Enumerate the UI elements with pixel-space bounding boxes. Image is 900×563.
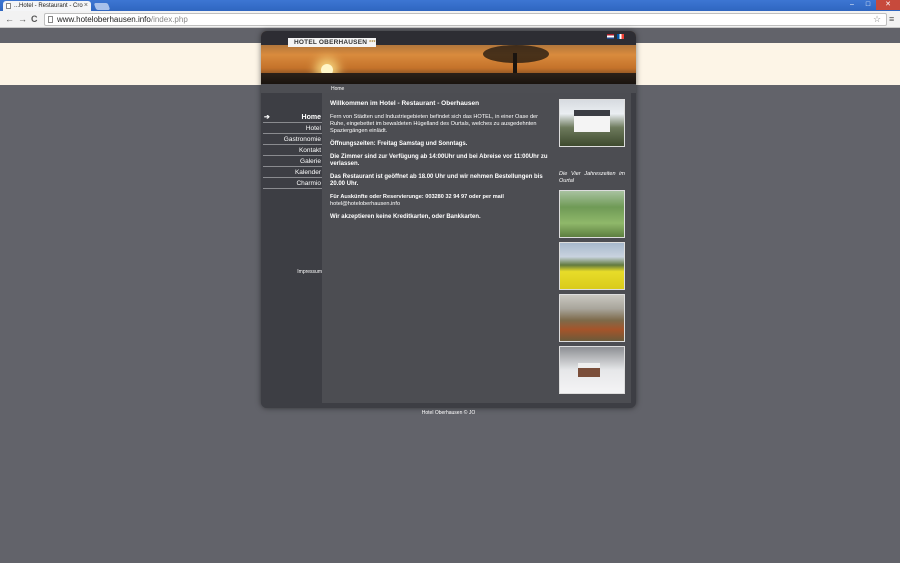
winter-photo[interactable] <box>559 346 625 394</box>
nav-item-hotel[interactable]: Hotel <box>263 124 322 134</box>
url-input[interactable]: www.hoteloberhausen.info/index.php <box>44 13 887 26</box>
nav-item-charmio[interactable]: Charmio <box>263 179 322 189</box>
breadcrumb[interactable]: Home <box>331 86 344 92</box>
close-window-button[interactable]: ✕ <box>876 0 900 10</box>
url-path: /index.php <box>150 15 188 24</box>
autumn-photo[interactable] <box>559 294 625 342</box>
browser-tab[interactable]: ...Hotel - Restaurant - Cro × <box>3 1 91 11</box>
back-icon[interactable]: ← <box>5 14 14 24</box>
site-container: HOTEL OBERHAUSEN *** Home ➔ Home Hotel G… <box>261 31 636 408</box>
page-title: Willkommen im Hotel - Restaurant - Oberh… <box>330 100 480 107</box>
sidebar-nav: ➔ Home Hotel Gastronomie Kontakt Galerie… <box>261 93 322 408</box>
nav-label: Kalender <box>294 169 321 176</box>
menu-icon[interactable]: ≡ <box>889 14 894 24</box>
nav-item-galerie[interactable]: Galerie <box>263 157 322 167</box>
nav-label: Hotel <box>305 125 321 132</box>
reload-icon[interactable]: C <box>31 14 38 24</box>
hotel-building <box>574 110 610 132</box>
arrow-right-icon: ➔ <box>264 114 270 121</box>
hills-silhouette <box>261 73 636 84</box>
breadcrumb-bar: Home <box>261 84 636 93</box>
nav-label: Galerie <box>300 158 321 165</box>
nav-item-home[interactable]: ➔ Home <box>263 113 322 123</box>
contact-line: Für Auskünfte oder Reservierunge: 003280… <box>330 194 504 200</box>
address-bar: ← → C www.hoteloberhausen.info/index.php… <box>0 11 900 28</box>
cards-notice: Wir akzeptieren keine Kreditkarten, oder… <box>330 214 481 220</box>
logo-stars: *** <box>369 40 376 46</box>
url-host: www.hoteloberhausen.info <box>57 15 151 24</box>
winter-building <box>578 363 600 377</box>
site-logo[interactable]: HOTEL OBERHAUSEN *** <box>288 38 376 47</box>
nav-label: Kontakt <box>298 147 321 154</box>
spring-photo[interactable] <box>559 190 625 238</box>
restaurant-info: Das Restaurant ist geöffnet ab 18.00 Uhr… <box>330 174 543 187</box>
nav-item-kalender[interactable]: Kalender <box>263 168 322 178</box>
page-icon <box>48 16 53 23</box>
photo-caption: Die Vier Jahreszeiten im Ourtal <box>559 171 625 184</box>
intro-text: Fern von Städten und Industriegebieten b… <box>330 114 539 134</box>
content-text: Willkommen im Hotel - Restaurant - Oberh… <box>330 100 551 227</box>
new-tab-button[interactable] <box>93 3 111 10</box>
logo-text: HOTEL OBERHAUSEN <box>294 39 368 46</box>
summer-photo[interactable] <box>559 242 625 290</box>
forward-icon[interactable]: → <box>18 14 27 24</box>
rooms-info: Die Zimmer sind zur Verfügung ab 14:00Uh… <box>330 154 548 167</box>
nav-item-gastronomie[interactable]: Gastronomie <box>263 135 322 145</box>
footer: Hotel Oberhausen © JO <box>421 410 476 416</box>
header-banner: HOTEL OBERHAUSEN *** <box>261 31 636 84</box>
close-tab-icon[interactable]: × <box>84 2 88 9</box>
flag-fr-icon[interactable] <box>617 34 624 39</box>
hotel-photo[interactable] <box>559 99 625 147</box>
nav-label: Home <box>301 114 321 121</box>
flag-nl-icon[interactable] <box>607 34 614 39</box>
main-content: Willkommen im Hotel - Restaurant - Oberh… <box>322 93 631 403</box>
bookmark-star-icon[interactable]: ☆ <box>873 14 881 25</box>
impressum-link[interactable]: Impressum <box>263 269 322 275</box>
browser-tab-bar: ...Hotel - Restaurant - Cro × – □ ✕ <box>0 0 900 11</box>
maximize-button[interactable]: □ <box>860 0 876 10</box>
opening-hours: Öffnungszeiten: Freitag Samstag und Sonn… <box>330 141 468 147</box>
email-link[interactable]: hotel@hoteloberhausen.info <box>330 201 400 207</box>
minimize-button[interactable]: – <box>844 0 860 10</box>
window-controls: – □ ✕ <box>844 0 900 10</box>
nav-label: Charmio <box>296 180 321 187</box>
contact-info: Für Auskünfte oder Reservierunge: 003280… <box>330 194 551 208</box>
nav-item-kontakt[interactable]: Kontakt <box>263 146 322 156</box>
tab-title: ...Hotel - Restaurant - Cro <box>14 3 83 9</box>
nav-label: Gastronomie <box>283 136 321 143</box>
page-icon <box>6 3 11 9</box>
